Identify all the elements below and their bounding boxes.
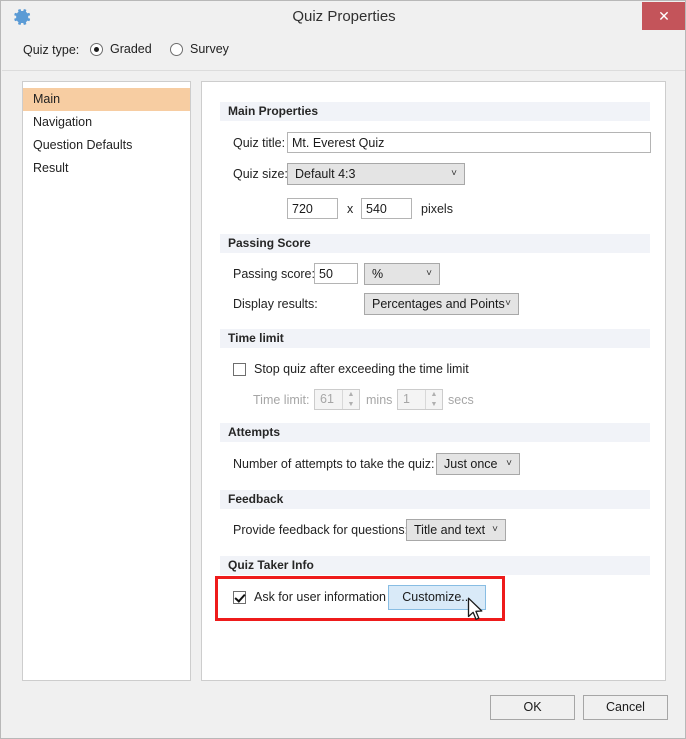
attempts-combobox[interactable]: Just once ˅	[436, 453, 520, 475]
quiz-width-input[interactable]	[287, 198, 338, 219]
feedback-label: Provide feedback for questions:	[233, 523, 408, 537]
dialog-title: Quiz Properties	[1, 1, 686, 33]
sidebar-list: Main Navigation Question Defaults Result	[23, 82, 190, 180]
section-header-time-limit: Time limit	[220, 329, 650, 348]
ask-user-info-checkbox-mark	[233, 591, 246, 604]
sidebar-item-main[interactable]: Main	[23, 88, 190, 111]
section-header-feedback: Feedback	[220, 490, 650, 509]
radio-graded[interactable]: Graded	[90, 42, 152, 56]
display-results-combobox[interactable]: Percentages and Points ˅	[364, 293, 519, 315]
section-header-quiz-taker-info: Quiz Taker Info	[220, 556, 650, 575]
radio-graded-label: Graded	[110, 42, 152, 56]
passing-score-input[interactable]	[314, 263, 358, 284]
section-header-main-properties: Main Properties	[220, 102, 650, 121]
stepper-down-icon[interactable]: ▼	[343, 400, 359, 409]
chevron-down-icon: ˅	[505, 294, 511, 314]
feedback-combobox[interactable]: Title and text ˅	[406, 519, 506, 541]
attempts-value: Just once	[444, 454, 498, 474]
quiz-title-input[interactable]	[287, 132, 651, 153]
radio-graded-mark	[90, 43, 103, 56]
time-limit-mins-stepper[interactable]: ▲ ▼	[342, 390, 359, 409]
quiz-type-bar: Quiz type: Graded Survey	[2, 33, 686, 71]
radio-survey-label: Survey	[190, 42, 229, 56]
ask-user-info-checkbox[interactable]: Ask for user information	[233, 590, 386, 604]
sidebar-item-question-defaults[interactable]: Question Defaults	[23, 134, 190, 157]
section-header-attempts: Attempts	[220, 423, 650, 442]
stepper-down-icon[interactable]: ▼	[426, 400, 442, 409]
mins-label: mins	[366, 393, 392, 407]
ok-button[interactable]: OK	[490, 695, 575, 720]
feedback-value: Title and text	[414, 520, 485, 540]
passing-score-unit-value: %	[372, 264, 383, 284]
stop-quiz-checkbox-label: Stop quiz after exceeding the time limit	[254, 362, 469, 376]
chevron-down-icon: ˅	[492, 520, 498, 540]
cancel-button[interactable]: Cancel	[583, 695, 668, 720]
quiz-height-input[interactable]	[361, 198, 412, 219]
chevron-down-icon: ˅	[426, 264, 432, 284]
display-results-label: Display results:	[233, 297, 318, 311]
quiz-properties-dialog: Quiz Properties ✕ Quiz type: Graded Surv…	[0, 0, 686, 739]
attempts-label: Number of attempts to take the quiz:	[233, 457, 435, 471]
radio-survey[interactable]: Survey	[170, 42, 229, 56]
secs-label: secs	[448, 393, 474, 407]
sidebar-item-result[interactable]: Result	[23, 157, 190, 180]
quiz-size-label: Quiz size:	[233, 167, 288, 181]
time-limit-secs-spinner[interactable]: 1 ▲ ▼	[397, 389, 443, 410]
quiz-title-label: Quiz title:	[233, 136, 285, 150]
chevron-down-icon: ˅	[451, 164, 457, 184]
time-limit-label: Time limit:	[253, 393, 309, 407]
quiz-type-label: Quiz type:	[23, 43, 79, 57]
size-times-label: x	[347, 202, 353, 216]
content-panel: Main Properties Quiz title: Quiz size: D…	[201, 81, 666, 681]
passing-score-label: Passing score:	[233, 267, 315, 281]
quiz-size-combobox[interactable]: Default 4:3 ˅	[287, 163, 465, 185]
stop-quiz-checkbox[interactable]: Stop quiz after exceeding the time limit	[233, 362, 469, 376]
pixels-label: pixels	[421, 202, 453, 216]
customize-button[interactable]: Customize...	[388, 585, 486, 610]
section-header-passing-score: Passing Score	[220, 234, 650, 253]
footer-button-bar: OK Cancel	[1, 695, 686, 739]
sidebar-item-navigation[interactable]: Navigation	[23, 111, 190, 134]
time-limit-secs-stepper[interactable]: ▲ ▼	[425, 390, 442, 409]
close-button[interactable]: ✕	[642, 2, 686, 30]
time-limit-secs-value: 1	[403, 390, 410, 409]
time-limit-mins-value: 61	[320, 390, 334, 409]
quiz-size-value: Default 4:3	[295, 164, 355, 184]
passing-score-unit-combobox[interactable]: % ˅	[364, 263, 440, 285]
chevron-down-icon: ˅	[506, 454, 512, 474]
radio-survey-mark	[170, 43, 183, 56]
sidebar-panel: Main Navigation Question Defaults Result	[22, 81, 191, 681]
stop-quiz-checkbox-mark	[233, 363, 246, 376]
ask-user-info-checkbox-label: Ask for user information	[254, 590, 386, 604]
display-results-value: Percentages and Points	[372, 294, 505, 314]
stepper-up-icon[interactable]: ▲	[343, 390, 359, 399]
stepper-up-icon[interactable]: ▲	[426, 390, 442, 399]
time-limit-mins-spinner[interactable]: 61 ▲ ▼	[314, 389, 360, 410]
title-bar: Quiz Properties ✕	[1, 1, 686, 33]
